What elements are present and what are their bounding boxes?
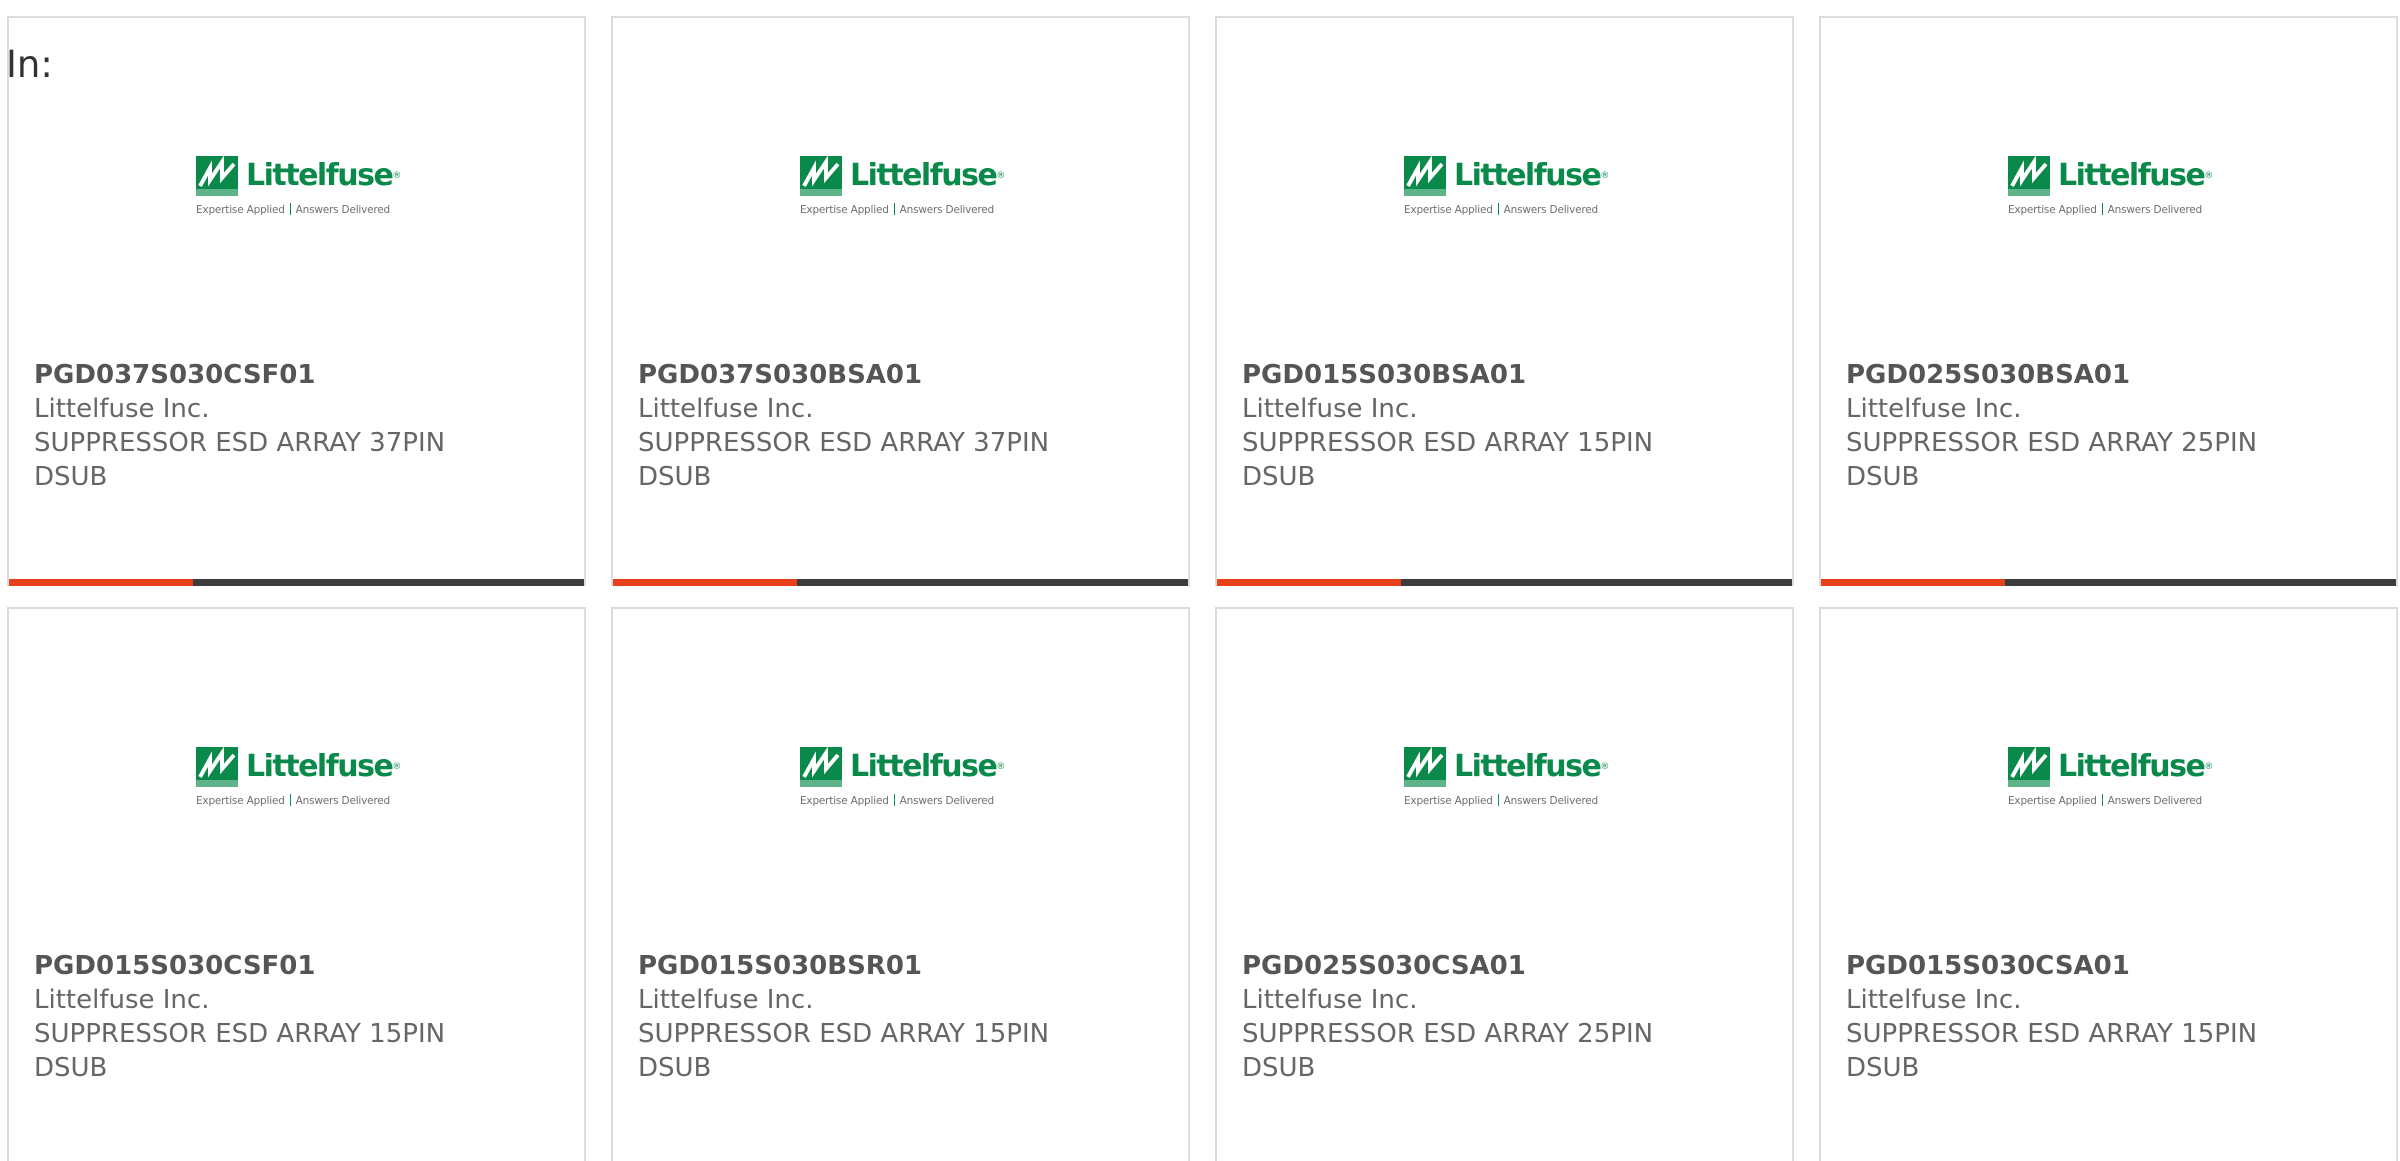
brand-tagline: Expertise Applied Answers Delivered [1404,203,1599,216]
product-card[interactable]: Littelfuse ® Expertise Applied Answers Del… [7,607,586,1161]
manufacturer: Littelfuse Inc. [1846,394,2022,424]
littelfuse-logo-icon [2008,156,2050,196]
registered-mark-icon: ® [996,171,1006,181]
brand-tagline: Expertise Applied Answers Delivered [2008,794,2203,807]
brand-tagline: Expertise Applied Answers Delivered [800,203,995,216]
product-results-page: In: Littelfuse ® Expertise Applied Answers… [0,0,2400,1161]
brand-logo: Littelfuse ® Expertise Applied Answers Del… [2008,154,2214,222]
brand-name: Littelfuse [1454,158,1602,193]
card-accent-bar [1821,579,2005,586]
card-footer-bar [9,579,584,586]
brand-logo: Littelfuse ® Expertise Applied Answers Del… [1404,745,1610,813]
littelfuse-logo-icon [800,747,842,787]
card-footer-bar [1217,579,1792,586]
brand-tagline: Expertise Applied Answers Delivered [2008,203,2203,216]
part-number[interactable]: PGD015S030BSA01 [1242,358,1772,392]
littelfuse-logo-icon [1404,156,1446,196]
product-card[interactable]: Littelfuse ® Expertise Applied Answers Del… [611,607,1190,1161]
littelfuse-logo-icon [800,156,842,196]
product-card[interactable]: Littelfuse ® Expertise Applied Answers Del… [7,16,586,586]
part-number[interactable]: PGD037S030CSF01 [34,358,564,392]
card-footer-bar [1821,579,2396,586]
product-description: SUPPRESSOR ESD ARRAY 37PIN DSUB [638,428,1050,492]
registered-mark-icon: ® [392,762,402,772]
registered-mark-icon: ® [2204,762,2214,772]
brand-tagline: Expertise Applied Answers Delivered [196,794,391,807]
brand-logo: Littelfuse ® Expertise Applied Answers Del… [800,745,1006,813]
manufacturer: Littelfuse Inc. [1846,985,2022,1015]
card-accent-bar [613,579,797,586]
part-number[interactable]: PGD025S030CSA01 [1242,949,1772,983]
brand-tagline: Expertise Applied Answers Delivered [800,794,995,807]
brand-logo: Littelfuse ® Expertise Applied Answers Del… [2008,745,2214,813]
card-accent-bar [9,579,193,586]
part-number[interactable]: PGD015S030BSR01 [638,949,1168,983]
product-description: SUPPRESSOR ESD ARRAY 25PIN DSUB [1846,428,2258,492]
brand-name: Littelfuse [2058,158,2206,193]
brand-tagline: Expertise Applied Answers Delivered [196,203,391,216]
manufacturer: Littelfuse Inc. [638,985,814,1015]
registered-mark-icon: ® [392,171,402,181]
part-number[interactable]: PGD015S030CSA01 [1846,949,2376,983]
manufacturer: Littelfuse Inc. [1242,394,1418,424]
registered-mark-icon: ® [1600,171,1610,181]
product-card[interactable]: Littelfuse ® Expertise Applied Answers Del… [1819,16,2398,586]
brand-tagline: Expertise Applied Answers Delivered [1404,794,1599,807]
littelfuse-logo-icon [196,747,238,787]
brand-name: Littelfuse [850,749,998,784]
brand-logo: Littelfuse ® Expertise Applied Answers Del… [800,154,1006,222]
brand-logo: Littelfuse ® Expertise Applied Answers Del… [196,154,402,222]
littelfuse-logo-icon [196,156,238,196]
product-card[interactable]: Littelfuse ® Expertise Applied Answers Del… [1819,607,2398,1161]
product-grid: Littelfuse ® Expertise Applied Answers Del… [7,16,2398,1161]
part-number[interactable]: PGD025S030BSA01 [1846,358,2376,392]
brand-logo: Littelfuse ® Expertise Applied Answers Del… [196,745,402,813]
manufacturer: Littelfuse Inc. [1242,985,1418,1015]
product-description: SUPPRESSOR ESD ARRAY 37PIN DSUB [34,428,446,492]
manufacturer: Littelfuse Inc. [34,394,210,424]
littelfuse-logo-icon [2008,747,2050,787]
brand-name: Littelfuse [246,158,394,193]
brand-name: Littelfuse [1454,749,1602,784]
product-description: SUPPRESSOR ESD ARRAY 15PIN DSUB [638,1019,1050,1083]
manufacturer: Littelfuse Inc. [34,985,210,1015]
product-description: SUPPRESSOR ESD ARRAY 25PIN DSUB [1242,1019,1654,1083]
registered-mark-icon: ® [2204,171,2214,181]
part-number[interactable]: PGD037S030BSA01 [638,358,1168,392]
brand-logo: Littelfuse ® Expertise Applied Answers Del… [1404,154,1610,222]
product-card[interactable]: Littelfuse ® Expertise Applied Answers Del… [1215,16,1794,586]
littelfuse-logo-icon [1404,747,1446,787]
product-description: SUPPRESSOR ESD ARRAY 15PIN DSUB [34,1019,446,1083]
filter-label: In: [6,43,53,86]
part-number[interactable]: PGD015S030CSF01 [34,949,564,983]
registered-mark-icon: ® [1600,762,1610,772]
manufacturer: Littelfuse Inc. [638,394,814,424]
brand-name: Littelfuse [850,158,998,193]
card-accent-bar [1217,579,1401,586]
product-description: SUPPRESSOR ESD ARRAY 15PIN DSUB [1846,1019,2258,1083]
product-description: SUPPRESSOR ESD ARRAY 15PIN DSUB [1242,428,1654,492]
registered-mark-icon: ® [996,762,1006,772]
product-card[interactable]: Littelfuse ® Expertise Applied Answers Del… [1215,607,1794,1161]
card-footer-bar [613,579,1188,586]
brand-name: Littelfuse [246,749,394,784]
brand-name: Littelfuse [2058,749,2206,784]
product-card[interactable]: Littelfuse ® Expertise Applied Answers Del… [611,16,1190,586]
